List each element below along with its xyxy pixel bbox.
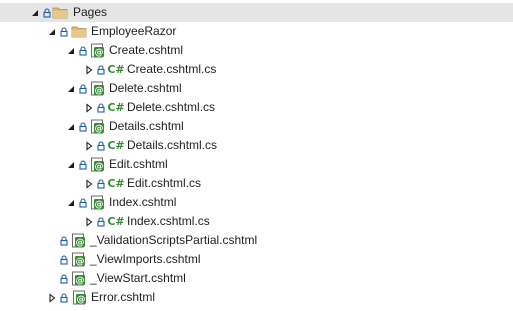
tree-file-row[interactable]: @ Create.cshtml [0, 41, 513, 60]
top-edge [0, 0, 513, 2]
lock-icon [96, 136, 105, 155]
tree-folder-row[interactable]: Pages [0, 3, 513, 22]
svg-text:@: @ [94, 162, 103, 172]
tree-item-label: Details.cshtml [109, 119, 184, 133]
tree-item-label: _ViewImports.cshtml [90, 252, 201, 266]
svg-text:@: @ [94, 48, 103, 58]
csharp-file-icon: C# [107, 63, 125, 76]
lock-icon [78, 193, 87, 212]
tree-file-row[interactable]: C# Delete.cshtml.cs [0, 98, 513, 117]
tree-file-row[interactable]: @ Delete.cshtml [0, 79, 513, 98]
tree-item-label: Error.cshtml [91, 290, 156, 304]
lock-icon [96, 174, 105, 193]
tree-file-row[interactable]: @ _ValidationScriptsPartial.cshtml [0, 231, 513, 250]
tree-item-label: Delete.cshtml.cs [127, 100, 216, 114]
csharp-file-icon: C# [107, 177, 125, 190]
razor-file-icon: @ [70, 250, 86, 269]
collapsed-arrow-icon[interactable] [84, 60, 94, 79]
csharp-file-icon: C# [107, 215, 125, 228]
lock-icon [96, 60, 105, 79]
razor-file-icon: @ [70, 269, 86, 288]
lock-icon [59, 288, 68, 307]
lock-icon [59, 22, 68, 41]
collapsed-arrow-icon[interactable] [84, 174, 94, 193]
expanded-arrow-icon[interactable] [66, 79, 76, 98]
tree-file-row[interactable]: C# Edit.cshtml.cs [0, 174, 513, 193]
collapsed-arrow-icon[interactable] [84, 98, 94, 117]
razor-file-icon: @ [70, 231, 86, 250]
tree-item-label: Delete.cshtml [109, 81, 182, 95]
razor-file-icon: @ [89, 117, 105, 136]
svg-text:@: @ [94, 124, 103, 134]
collapsed-arrow-icon[interactable] [84, 136, 94, 155]
tree-file-row[interactable]: C# Index.cshtml.cs [0, 212, 513, 231]
expanded-arrow-icon[interactable] [66, 193, 76, 212]
collapsed-arrow-icon[interactable] [47, 288, 57, 307]
tree-item-label: _ViewStart.cshtml [90, 271, 186, 285]
lock-icon [78, 117, 87, 136]
tree-item-label: Pages [73, 5, 108, 19]
tree-item-label: Edit.cshtml.cs [127, 176, 202, 190]
svg-text:@: @ [94, 200, 103, 210]
expanded-arrow-icon[interactable] [30, 3, 40, 22]
tree-file-row[interactable]: @ _ViewStart.cshtml [0, 269, 513, 288]
tree-file-row[interactable]: C# Details.cshtml.cs [0, 136, 513, 155]
tree-item-label: _ValidationScriptsPartial.cshtml [90, 233, 258, 247]
tree-file-row[interactable]: @ _ViewImports.cshtml [0, 250, 513, 269]
expanded-arrow-icon[interactable] [66, 155, 76, 174]
svg-text:@: @ [94, 86, 103, 96]
lock-icon [96, 98, 105, 117]
csharp-file-icon: C# [107, 101, 125, 114]
tree-item-label: EmployeeRazor [91, 24, 177, 38]
lock-icon [59, 250, 68, 269]
expanded-arrow-icon[interactable] [47, 22, 57, 41]
razor-file-icon: @ [89, 155, 105, 174]
tree-item-label: Edit.cshtml [109, 157, 168, 171]
lock-icon [59, 231, 68, 250]
expanded-arrow-icon[interactable] [66, 117, 76, 136]
razor-file-icon: @ [89, 41, 105, 60]
razor-file-icon: @ [71, 288, 87, 307]
lock-icon [96, 212, 105, 231]
svg-text:@: @ [76, 295, 85, 305]
folder-icon [52, 3, 68, 22]
tree-file-row[interactable]: @ Index.cshtml [0, 193, 513, 212]
razor-file-icon: @ [89, 79, 105, 98]
svg-text:@: @ [75, 238, 84, 248]
lock-icon [78, 79, 87, 98]
tree-item-label: Index.cshtml [109, 195, 177, 209]
lock-icon [42, 3, 51, 22]
tree-file-row[interactable]: @ Error.cshtml [0, 288, 513, 307]
tree-file-row[interactable]: C# Create.cshtml.cs [0, 60, 513, 79]
lock-icon [78, 155, 87, 174]
expanded-arrow-icon[interactable] [66, 41, 76, 60]
csharp-file-icon: C# [107, 139, 125, 152]
tree-file-row[interactable]: @ Edit.cshtml [0, 155, 513, 174]
tree-item-label: Create.cshtml.cs [127, 62, 217, 76]
tree-item-label: Create.cshtml [109, 43, 184, 57]
tree-folder-row[interactable]: EmployeeRazor [0, 22, 513, 41]
svg-text:@: @ [75, 257, 84, 267]
tree-item-label: Index.cshtml.cs [127, 214, 210, 228]
tree-file-row[interactable]: @ Details.cshtml [0, 117, 513, 136]
tree-item-label: Details.cshtml.cs [127, 138, 218, 152]
razor-file-icon: @ [89, 193, 105, 212]
lock-icon [59, 269, 68, 288]
svg-text:@: @ [75, 276, 84, 286]
lock-icon [78, 41, 87, 60]
folder-icon [71, 22, 87, 41]
collapsed-arrow-icon[interactable] [84, 212, 94, 231]
